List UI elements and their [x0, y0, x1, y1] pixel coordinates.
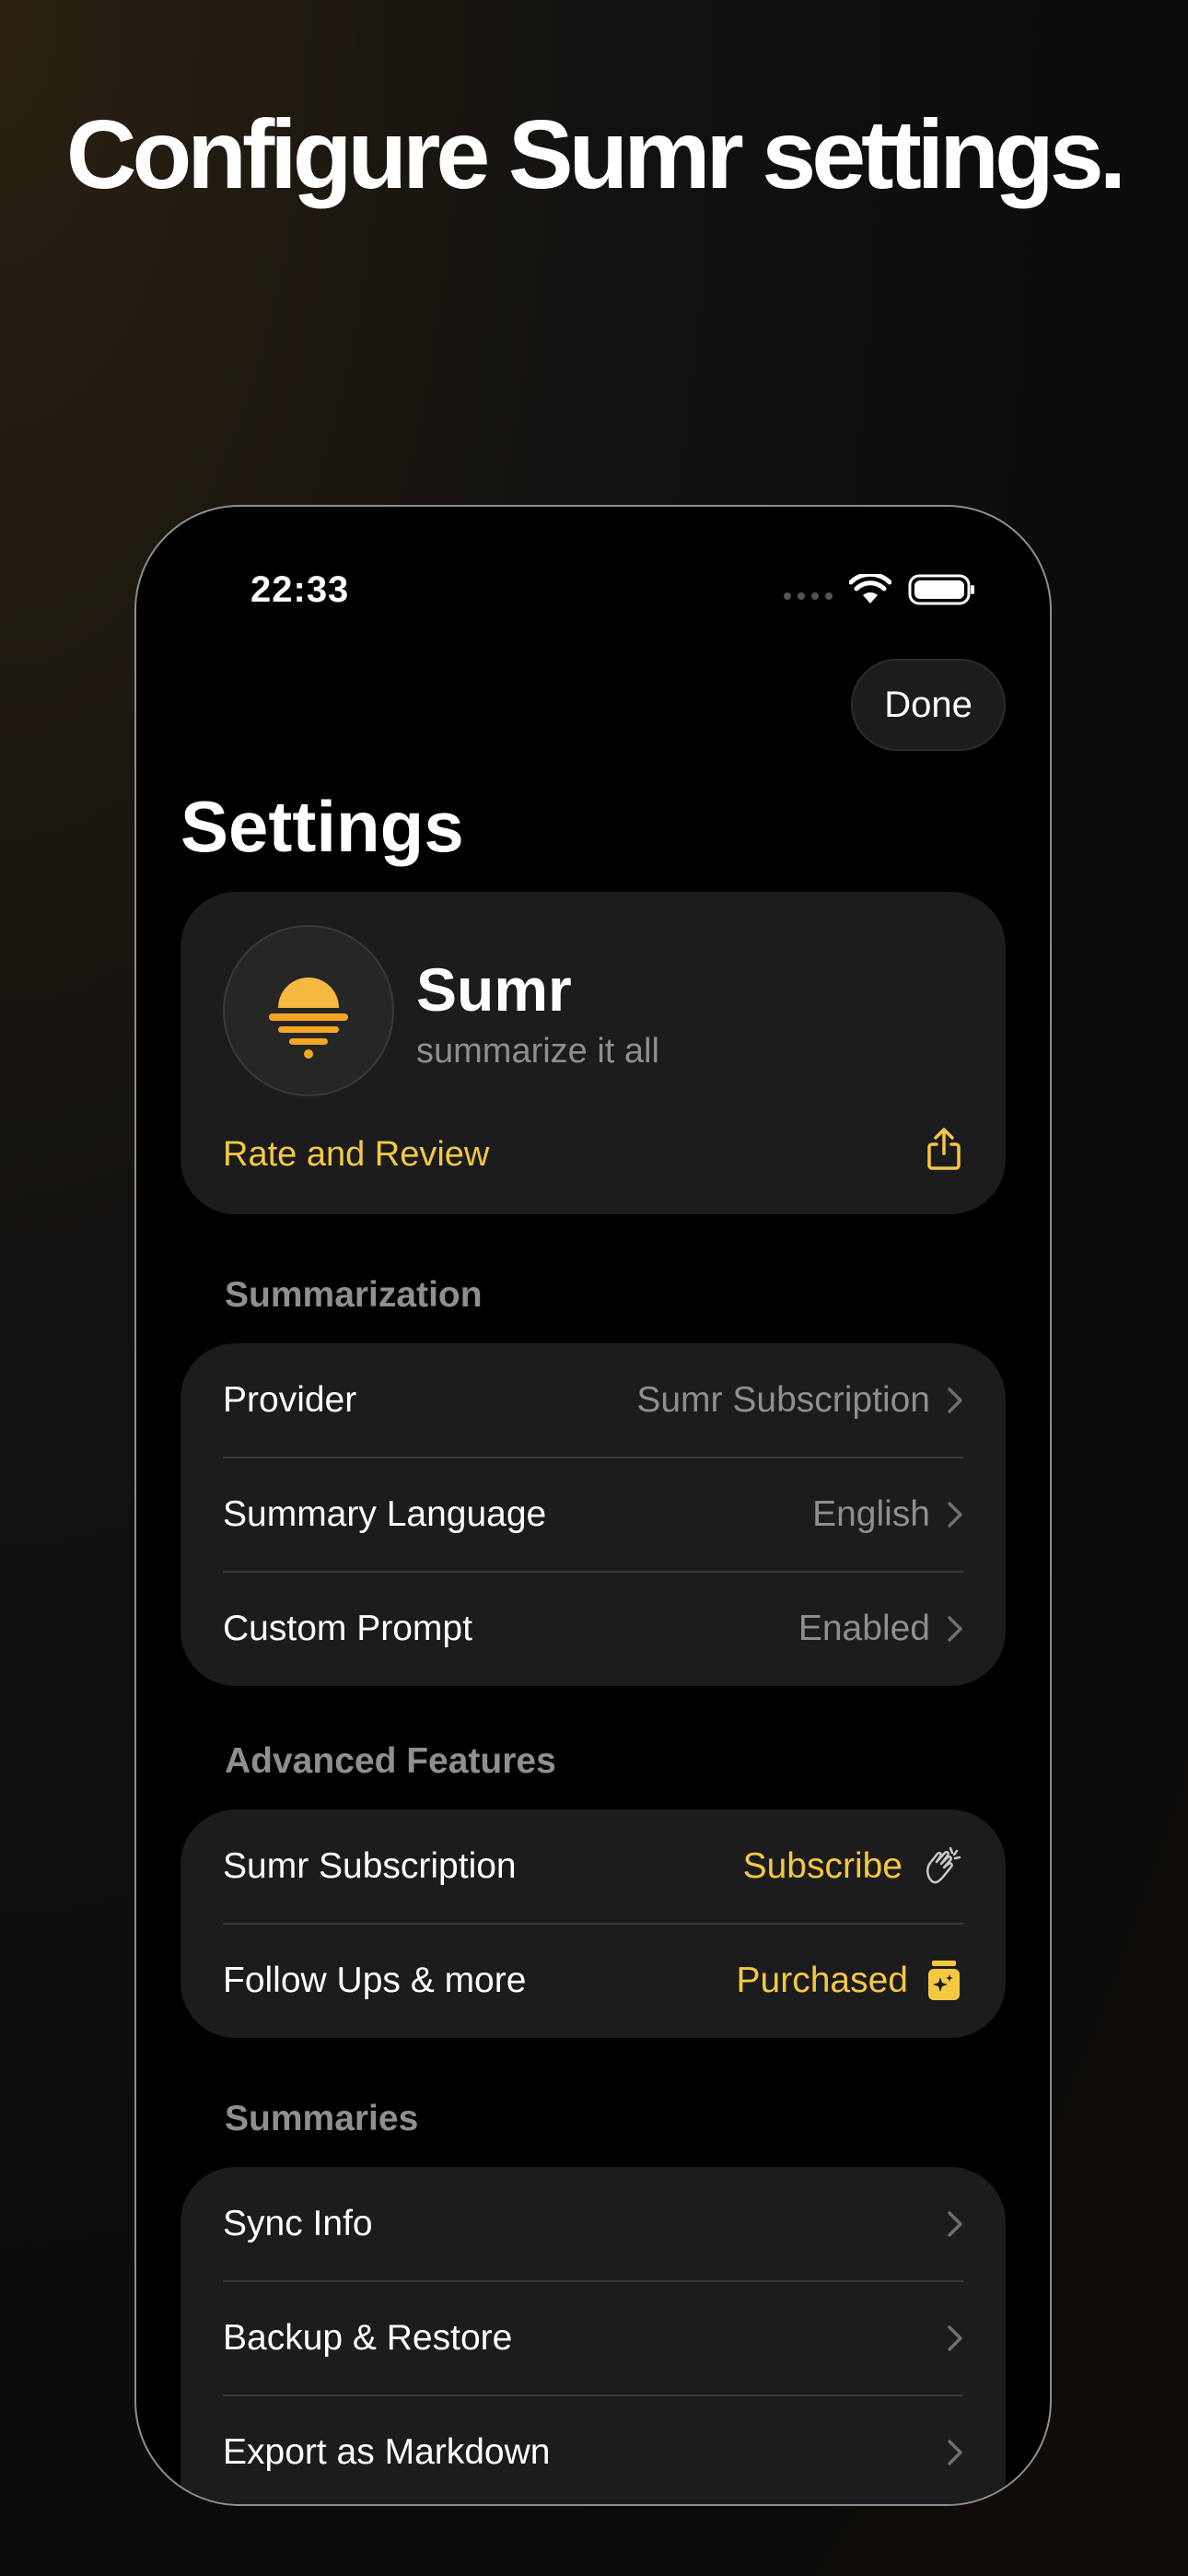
row-sumr-subscription[interactable]: Sumr Subscription Subscribe [223, 1809, 963, 1924]
row-label: Follow Ups & more [223, 1961, 527, 2000]
sparkle-jar-icon [928, 1961, 960, 2000]
row-backup-restore[interactable]: Backup & Restore [223, 2281, 963, 2395]
signal-icon [784, 592, 833, 600]
app-name: Sumr [416, 955, 572, 1024]
row-label: Provider [223, 1380, 357, 1420]
row-label: Backup & Restore [223, 2318, 513, 2358]
wifi-icon [849, 574, 891, 603]
phone-frame: 22:33 Done Settings Sumr summarize it al… [134, 505, 1052, 2506]
row-custom-prompt[interactable]: Custom Prompt Enabled [223, 1572, 963, 1686]
battery-icon [908, 574, 974, 605]
page-title: Settings [181, 786, 464, 867]
purchased-status: Purchased [736, 1961, 908, 2000]
row-label: Sumr Subscription [223, 1846, 517, 1886]
chevron-right-icon [948, 1502, 962, 1528]
clapping-hands-icon [926, 1846, 961, 1884]
app-info-card: Sumr summarize it all Rate and Review [181, 892, 1006, 1214]
row-export-markdown[interactable]: Export as Markdown [223, 2395, 963, 2504]
status-bar-icons [784, 573, 976, 606]
row-value: Enabled [798, 1609, 930, 1648]
sunset-logo-icon [223, 925, 394, 1096]
row-label: Sync Info [223, 2204, 373, 2243]
summaries-card: Sync Info Backup & Restore Export as Mar… [181, 2167, 1006, 2504]
done-button[interactable]: Done [851, 659, 1006, 751]
headline: Configure Sumr settings. [65, 100, 1126, 209]
chevron-right-icon [948, 2440, 962, 2465]
row-value: English [812, 1494, 930, 1534]
row-label: Export as Markdown [223, 2432, 551, 2472]
row-follow-ups[interactable]: Follow Ups & more Purchased [223, 1924, 963, 2038]
row-label: Custom Prompt [223, 1609, 472, 1648]
row-provider[interactable]: Provider Sumr Subscription [223, 1343, 963, 1458]
rate-and-review-link[interactable]: Rate and Review [223, 1135, 489, 1175]
section-header-advanced: Advanced Features [225, 1741, 556, 1781]
summarization-card: Provider Sumr Subscription Summary Langu… [181, 1343, 1006, 1686]
status-time: 22:33 [250, 569, 350, 610]
chevron-right-icon [948, 2211, 962, 2237]
chevron-right-icon [948, 2325, 962, 2351]
row-summary-language[interactable]: Summary Language English [223, 1458, 963, 1572]
chevron-right-icon [948, 1388, 962, 1413]
section-header-summarization: Summarization [225, 1275, 483, 1315]
row-value: Sumr Subscription [636, 1380, 930, 1420]
chevron-right-icon [948, 1616, 962, 1642]
app-tagline: summarize it all [416, 1032, 659, 1071]
row-label: Summary Language [223, 1494, 547, 1534]
share-icon[interactable] [925, 1126, 963, 1172]
advanced-features-card: Sumr Subscription Subscribe Follow Ups &… [181, 1809, 1006, 2038]
subscribe-button[interactable]: Subscribe [743, 1846, 903, 1887]
row-sync-info[interactable]: Sync Info [223, 2167, 963, 2281]
section-header-summaries: Summaries [225, 2099, 419, 2138]
